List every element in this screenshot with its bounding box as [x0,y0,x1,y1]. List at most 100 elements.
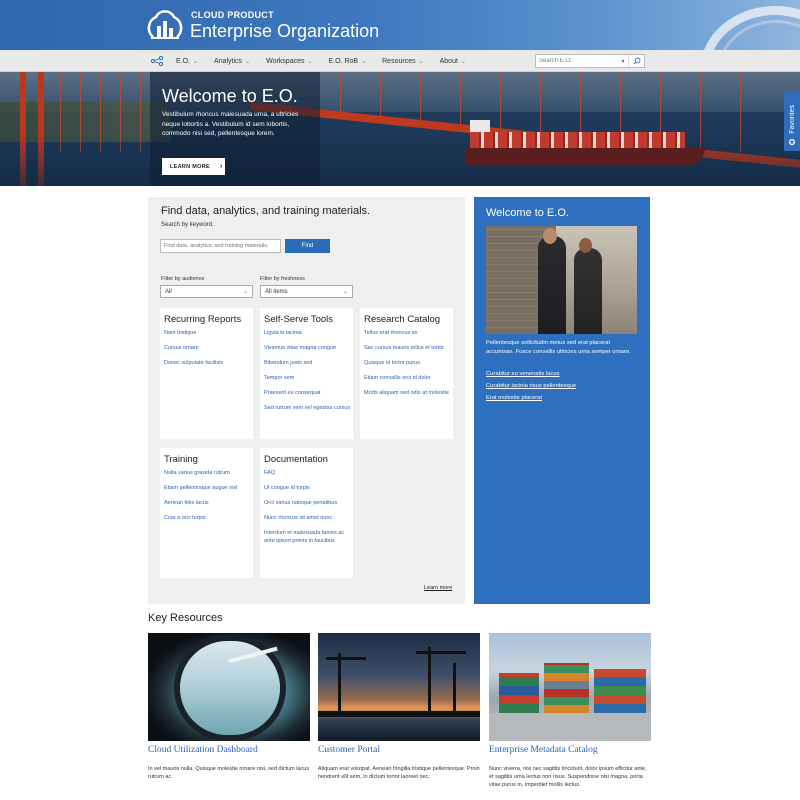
card-link[interactable]: Nunc rhoncus sit amet nunc [264,515,352,523]
resource-card-title[interactable]: Enterprise Metadata Catalog [489,745,598,755]
airplane-window-photo[interactable] [148,633,310,741]
card-link[interactable]: Sed rutrum sem vel egestas cursus [264,405,352,413]
chevron-down-icon: ⌄ [245,58,251,65]
key-resources-heading: Key Resources [148,612,223,624]
chevron-down-icon: ⌄ [418,58,424,65]
audience-filter-label: Filter by audience [161,276,205,282]
nav-item-about[interactable]: About ⌄ [432,50,474,72]
photo-crane [428,647,431,711]
chevron-down-icon: ⌄ [361,58,367,65]
card-link[interactable]: Ut congue id turpis [264,485,352,493]
favorites-tab[interactable]: Favorites ✪ [784,91,800,151]
card-link[interactable]: Praesent eu consequat [264,390,352,398]
keyword-search-input[interactable] [160,239,281,253]
side-panel-link[interactable]: Curabitur lacinia risus pellentesque [486,383,636,389]
find-button[interactable]: Find [285,239,330,253]
nav-item-label: E.O. RoB [328,57,359,65]
category-card-recurring-reports: Recurring Reports Nam tristique Cursus o… [160,308,253,439]
product-label: CLOUD PRODUCT [191,10,274,20]
photo-crane [453,663,456,713]
audience-filter-value: All [165,288,172,295]
card-link[interactable]: Bibendum justo sed [264,360,352,368]
nav-item-workspaces[interactable]: Workspaces ⌄ [258,50,320,72]
card-link[interactable]: Etiam convallis orci id dolor [364,375,452,383]
card-title: Research Catalog [364,314,441,325]
card-link[interactable]: Tempor sem [264,375,352,383]
card-link[interactable]: Nam tristique [164,330,252,338]
card-link[interactable]: Cursus ornare [164,345,252,353]
nav-item-eo[interactable]: E.O. ⌄ [168,50,206,72]
resource-card-title[interactable]: Cloud Utilization Dashboard [148,745,258,755]
bridge-cable [420,72,421,120]
card-link[interactable]: Cras a orci turpis [164,515,252,523]
learn-more-button[interactable]: LEARN MORE › [162,158,225,175]
resource-card-text: Nunc viverra, nisi nec sagittis tincidun… [489,766,647,788]
cargo-ship-containers [470,132,685,149]
resource-card-customer-portal: Customer Portal Aliquam erat volutpat. A… [318,633,480,780]
side-panel-link[interactable]: Erat molestie placerat [486,395,636,401]
side-panel-text: Pellentesque sollicitudin metus sed erat… [486,340,631,355]
category-card-training: Training Nulla varius gravida rutrum Eti… [160,448,253,578]
card-link-list: Ligula in lacinia Vivamus vitae magna co… [264,330,352,420]
bridge-cable [500,72,501,128]
freshness-filter-select[interactable]: All items ⌄ [260,285,353,298]
card-link[interactable]: FAQ [264,470,352,478]
site-title[interactable]: Enterprise Organization [190,21,379,42]
resource-card-title[interactable]: Customer Portal [318,745,380,755]
cargo-ship-hull [465,148,705,166]
chevron-down-icon: ⌄ [193,58,199,65]
search-scope-dropdown-icon[interactable]: ▾ [618,58,628,65]
search-icon [632,57,640,65]
category-card-documentation: Documentation FAQ Ut congue id turpis Or… [260,448,353,578]
card-link[interactable]: Tellus erat rhoncus ex [364,330,452,338]
card-title: Self-Serve Tools [264,314,333,325]
photo-crane [326,657,366,660]
nav-item-analytics[interactable]: Analytics ⌄ [206,50,258,72]
photo-woman [574,248,602,334]
finder-learn-more-link[interactable]: Learn more [424,585,452,591]
card-link[interactable]: Morbi aliquam sed odio at molestie [364,390,452,398]
card-link[interactable]: Quisque id tortor purus [364,360,452,368]
port-sunset-photo[interactable] [318,633,480,741]
card-link[interactable]: Nulla varius gravida rutrum [164,470,252,478]
nav-item-label: About [439,57,458,65]
card-link[interactable]: Orci varius natoque penatibus [264,500,352,508]
chevron-down-icon: ⌄ [242,289,248,295]
card-link-list: FAQ Ut congue id turpis Orci varius nato… [264,470,352,553]
card-link[interactable]: Ligula in lacinia [264,330,352,338]
bridge-cable [340,72,341,112]
card-link-list: Nam tristique Cursus ornare Donec vulput… [164,330,252,375]
hero-description: Vestibulum rhoncus malesuada urna, a ult… [162,111,299,137]
card-link[interactable]: Sac cursus mauris tellus et tortor [364,345,452,353]
nav-item-label: Workspaces [266,57,305,65]
side-panel-title: Welcome to E.O. [486,207,569,219]
site-search-input[interactable] [536,55,618,67]
network-icon [150,56,164,66]
photo-man [538,236,566,334]
chevron-down-icon: ⌄ [460,58,466,65]
favorites-label: Favorites [788,105,796,134]
nav-item-resources[interactable]: Resources ⌄ [374,50,432,72]
card-link[interactable]: Interdum et malesuada fames ac ante ipsu… [264,530,352,545]
photo-woman-head [579,238,592,253]
shipping-containers-photo[interactable] [489,633,651,741]
card-link[interactable]: Vivamus vitae magna congue [264,345,352,353]
nav-item-eo-rob[interactable]: E.O. RoB ⌄ [321,50,375,72]
freshness-filter-value: All items [265,288,288,295]
hero-title: Welcome to E.O. [162,86,298,106]
bridge-cable [580,72,581,136]
audience-filter-select[interactable]: All ⌄ [160,285,253,298]
photo-container-stack [499,673,539,713]
finder-subtitle: Search by keyword. [161,222,214,228]
side-panel-link[interactable]: Curabitur eu venenatis lacus [486,371,636,377]
search-button[interactable] [628,55,644,67]
card-link[interactable]: Etiam pellentesque augue nisl [164,485,252,493]
resource-card-metadata-catalog: Enterprise Metadata Catalog Nunc viverra… [489,633,651,788]
bridge-cable [380,72,381,116]
card-link[interactable]: Donec vulputate facilisis [164,360,252,368]
bridge-cable [620,72,621,140]
card-link[interactable]: Aenean felis lacus [164,500,252,508]
star-icon: ✪ [788,138,796,147]
hero-banner-image [0,72,800,186]
side-panel-links: Curabitur eu venenatis lacus Curabitur l… [486,371,636,407]
